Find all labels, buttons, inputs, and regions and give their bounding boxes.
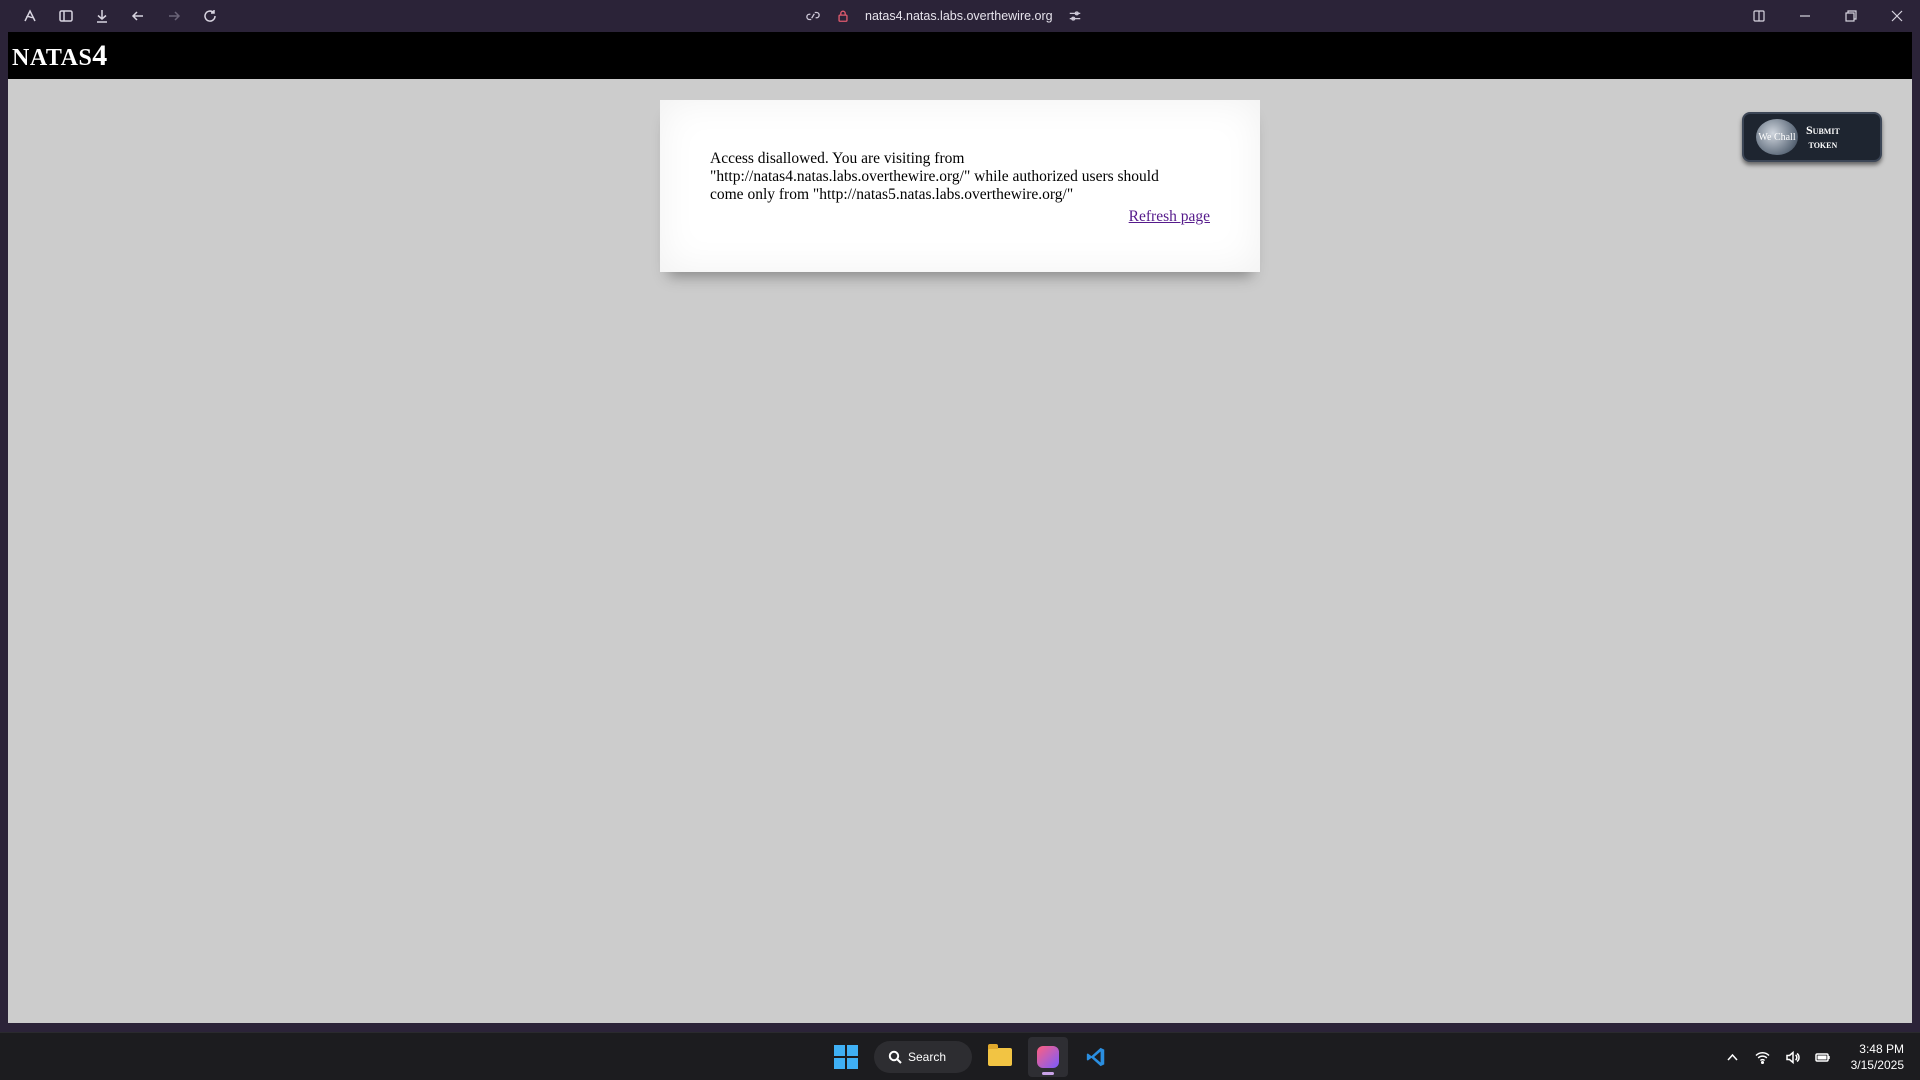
logo-number: 4 [92, 38, 108, 72]
url-text[interactable]: natas4.natas.labs.overthewire.org [865, 9, 1053, 23]
download-icon[interactable] [84, 0, 120, 32]
window-controls [1736, 0, 1920, 32]
logo-text: NATAS [12, 44, 93, 71]
site-settings-icon[interactable] [1067, 8, 1083, 24]
chevron-up-icon[interactable] [1723, 1047, 1743, 1067]
submit-token-line2: token [1808, 137, 1838, 151]
browser-nav-group [0, 0, 228, 32]
close-icon[interactable] [1874, 0, 1920, 32]
site-logo: NATAS4 [12, 39, 108, 73]
search-icon [888, 1050, 902, 1064]
taskbar-apps: Search [826, 1033, 1116, 1080]
system-tray: 3:48 PM 3/15/2025 [1723, 1033, 1904, 1080]
refresh-page-link[interactable]: Refresh page [1129, 208, 1210, 226]
insecure-lock-icon[interactable] [835, 8, 851, 24]
wifi-icon[interactable] [1753, 1047, 1773, 1067]
wechall-badge-text: We Chall [1758, 131, 1796, 143]
taskbar-search-button[interactable]: Search [874, 1041, 972, 1073]
reload-icon[interactable] [192, 0, 228, 32]
taskbar: Search 3:48 PM 3/15/2025 [0, 1032, 1920, 1080]
search-label: Search [908, 1050, 947, 1064]
volume-icon[interactable] [1783, 1047, 1803, 1067]
arc-menu-icon[interactable] [12, 0, 48, 32]
windows-start-icon[interactable] [826, 1037, 866, 1077]
content-box: Access disallowed. You are visiting from… [660, 100, 1260, 272]
restore-icon[interactable] [1828, 0, 1874, 32]
battery-icon[interactable] [1813, 1047, 1833, 1067]
forward-arrow-icon[interactable] [156, 0, 192, 32]
back-arrow-icon[interactable] [120, 0, 156, 32]
access-message: Access disallowed. You are visiting from… [710, 150, 1159, 203]
arc-browser-icon[interactable] [1028, 1037, 1068, 1077]
submit-token-button[interactable]: We Chall Submit token [1742, 112, 1882, 162]
minimize-icon[interactable] [1782, 0, 1828, 32]
submit-token-label: Submit token [1806, 123, 1840, 151]
browser-toolbar: natas4.natas.labs.overthewire.org [0, 0, 1920, 32]
sidebar-toggle-icon[interactable] [48, 0, 84, 32]
web-page: NATAS4 Access disallowed. You are visiti… [8, 32, 1912, 1023]
vscode-icon[interactable] [1076, 1037, 1116, 1077]
file-explorer-icon[interactable] [980, 1037, 1020, 1077]
submit-token-line1: Submit [1806, 123, 1840, 137]
split-view-icon[interactable] [1736, 0, 1782, 32]
clock[interactable]: 3:48 PM 3/15/2025 [1851, 1041, 1904, 1073]
clock-time: 3:48 PM [1859, 1042, 1904, 1056]
site-header: NATAS4 [8, 32, 1912, 79]
address-bar[interactable]: natas4.natas.labs.overthewire.org [805, 0, 1083, 32]
wechall-globe-icon: We Chall [1756, 119, 1798, 155]
clock-date: 3/15/2025 [1850, 1058, 1904, 1072]
copy-link-icon[interactable] [805, 8, 821, 24]
